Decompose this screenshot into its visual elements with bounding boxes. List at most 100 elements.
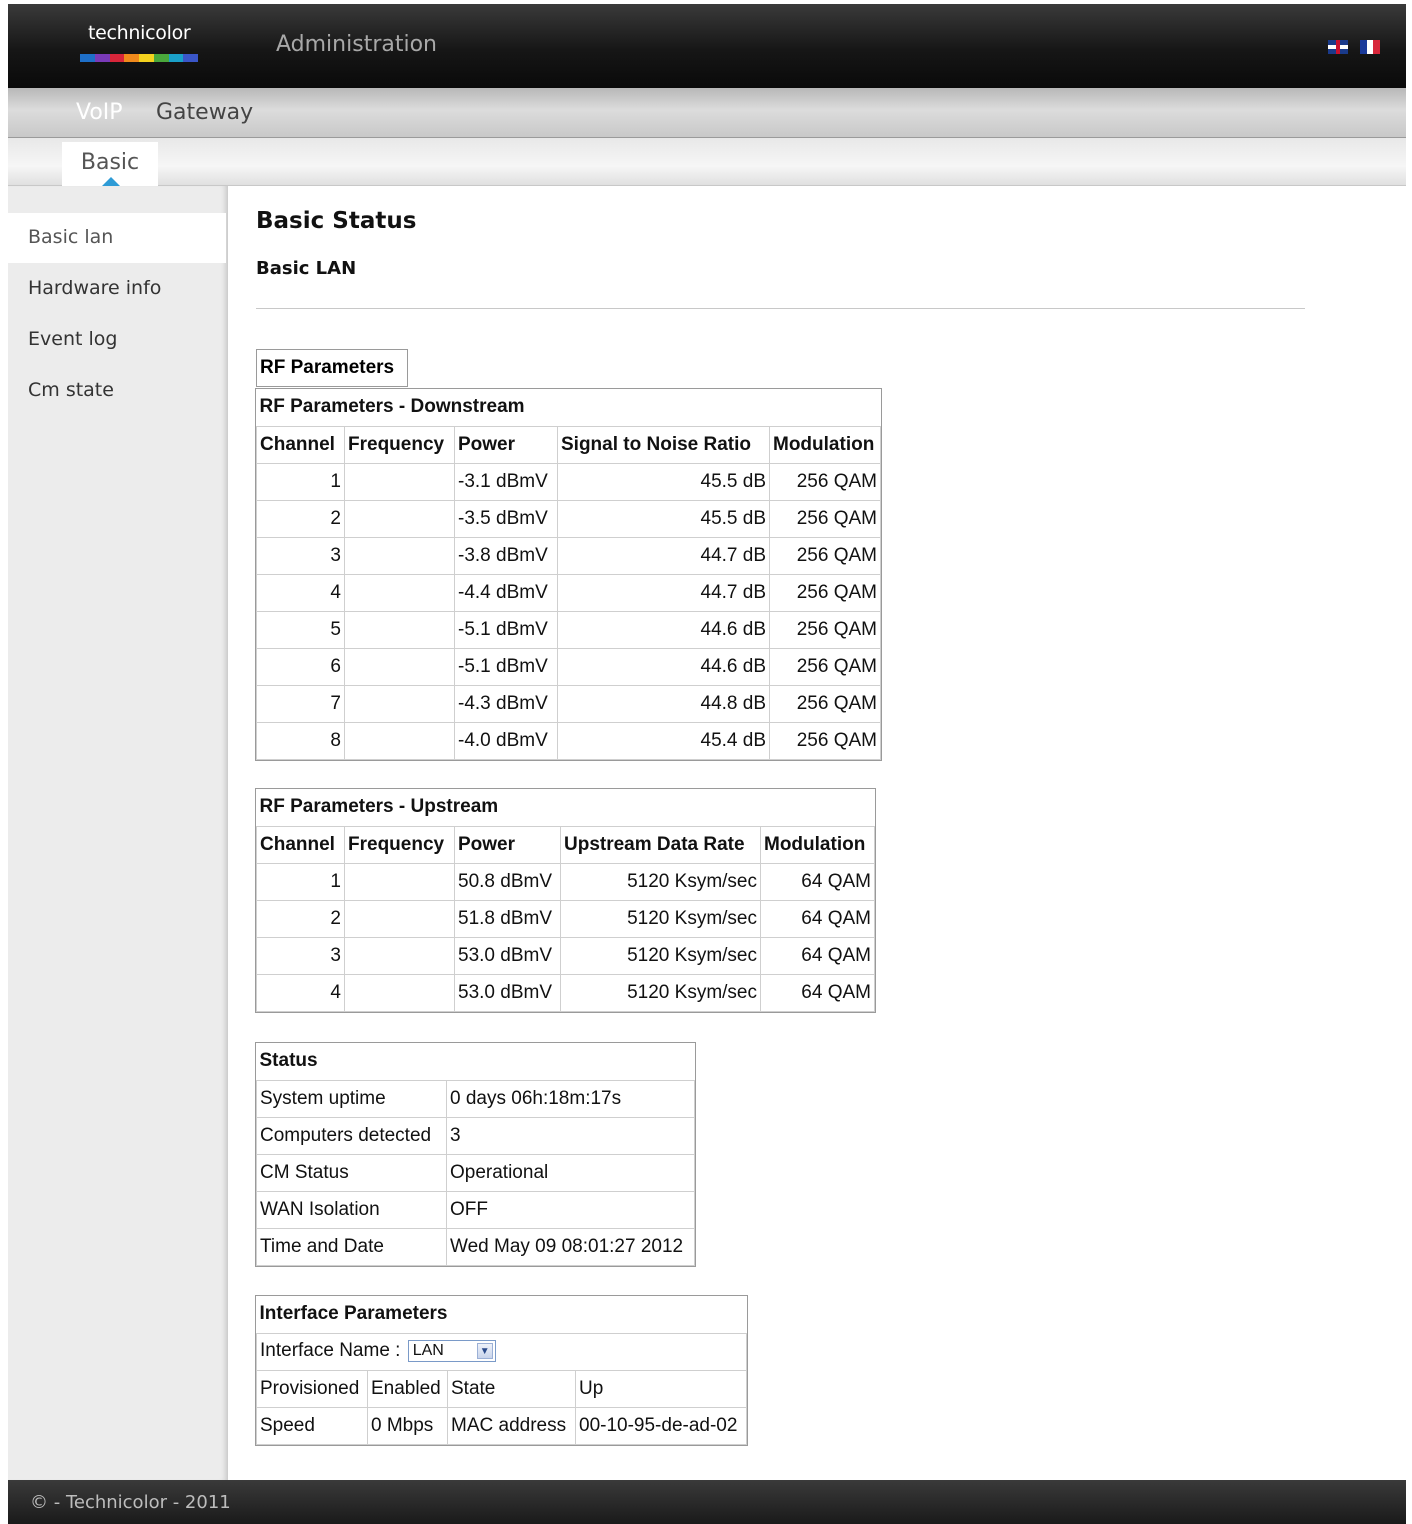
logo-bar-segment	[94, 54, 110, 62]
copyright-text: © - Technicolor - 2011	[30, 1492, 231, 1513]
interface-row-2: Speed 0 Mbps MAC address 00-10-95-de-ad-…	[256, 1406, 747, 1445]
col-modulation: Modulation	[769, 425, 881, 464]
cell-frequency	[344, 647, 455, 686]
table-row: 1 50.8 dBmV 5120 Ksym/sec 64 QAM	[256, 862, 875, 901]
cell-provisioned: Provisioned	[256, 1369, 368, 1408]
tab-basic[interactable]: Basic	[62, 142, 158, 186]
cell-modulation: 64 QAM	[760, 973, 875, 1012]
main-nav: VoIP Gateway	[8, 88, 1406, 138]
cell-channel: 3	[256, 936, 345, 975]
cell-power: 51.8 dBmV	[454, 899, 561, 938]
cell-snr: 44.7 dB	[557, 536, 770, 575]
cell-modulation: 256 QAM	[769, 610, 881, 649]
interface-name-cell: Interface Name : LAN ▼	[256, 1332, 747, 1371]
col-frequency: Frequency	[344, 425, 455, 464]
table-row: 2 -3.5 dBmV 45.5 dB 256 QAM	[256, 499, 881, 538]
table-header-row: Channel Frequency Power Upstream Data Ra…	[256, 825, 875, 864]
cell-modulation: 64 QAM	[760, 936, 875, 975]
cell-power: -4.0 dBmV	[454, 721, 558, 760]
cell-frequency	[344, 899, 455, 938]
cell-data-rate: 5120 Ksym/sec	[560, 862, 761, 901]
nav-voip[interactable]: VoIP	[76, 100, 123, 125]
cell-speed-value: 0 Mbps	[367, 1406, 448, 1445]
logo-color-bar	[80, 54, 198, 62]
sidebar-item-hardware-info[interactable]: Hardware info	[8, 264, 226, 314]
cell-state-value: Up	[575, 1369, 747, 1408]
nav-gateway[interactable]: Gateway	[156, 100, 253, 125]
cell-modulation: 256 QAM	[769, 536, 881, 575]
logo-text: technicolor	[88, 22, 191, 44]
cell-frequency	[344, 536, 455, 575]
cell-frequency	[344, 973, 455, 1012]
page-title: Basic Status	[256, 208, 417, 234]
cell-status-label: Time and Date	[256, 1227, 447, 1266]
cell-modulation: 256 QAM	[769, 573, 881, 612]
cell-state-label: State	[447, 1369, 576, 1408]
technicolor-logo[interactable]: technicolor	[80, 18, 200, 70]
interface-select[interactable]: LAN ▼	[407, 1340, 496, 1363]
table-row: 3 -3.8 dBmV 44.7 dB 256 QAM	[256, 536, 881, 575]
cell-power: -3.8 dBmV	[454, 536, 558, 575]
cell-power: -3.1 dBmV	[454, 462, 558, 501]
france-flag-icon[interactable]	[1360, 40, 1381, 54]
top-header: technicolor Administration	[8, 4, 1406, 88]
cell-snr: 45.5 dB	[557, 499, 770, 538]
logo-bar-segment	[109, 54, 125, 62]
page-subtitle: Basic LAN	[256, 258, 357, 279]
table-row: 8 -4.0 dBmV 45.4 dB 256 QAM	[256, 721, 881, 760]
cell-data-rate: 5120 Ksym/sec	[560, 899, 761, 938]
cell-channel: 1	[256, 862, 345, 901]
cell-status-label: Computers detected	[256, 1116, 447, 1155]
cell-channel: 1	[256, 462, 345, 501]
cell-status-value: Wed May 09 08:01:27 2012	[446, 1227, 695, 1266]
cell-frequency	[344, 610, 455, 649]
uk-flag-icon[interactable]	[1328, 40, 1348, 54]
table-row: 6 -5.1 dBmV 44.6 dB 256 QAM	[256, 647, 881, 686]
logo-bar-segment	[139, 54, 154, 62]
table-row: 4 -4.4 dBmV 44.7 dB 256 QAM	[256, 573, 881, 612]
footer: © - Technicolor - 2011	[8, 1480, 1406, 1524]
sidebar-item-event-log[interactable]: Event log	[8, 315, 226, 365]
tab-bar: Basic	[8, 138, 1406, 186]
language-selector	[1328, 40, 1381, 54]
cell-modulation: 64 QAM	[760, 862, 875, 901]
tab-basic-label: Basic	[80, 150, 140, 175]
cell-status-value: Operational	[446, 1153, 695, 1192]
sidebar-item-cm-state[interactable]: Cm state	[8, 366, 226, 416]
table-header-row: Channel Frequency Power Signal to Noise …	[256, 425, 881, 464]
rf-upstream-table: RF Parameters - Upstream Channel Frequen…	[255, 788, 876, 1013]
interface-name-label: Interface Name :	[260, 1340, 401, 1362]
cell-data-rate: 5120 Ksym/sec	[560, 936, 761, 975]
col-channel: Channel	[256, 825, 345, 864]
cell-status-label: CM Status	[256, 1153, 447, 1192]
cell-channel: 8	[256, 721, 345, 760]
cell-modulation: 256 QAM	[769, 684, 881, 723]
interface-select-value: LAN	[412, 1342, 444, 1360]
cell-frequency	[344, 462, 455, 501]
status-caption: Status	[256, 1043, 695, 1081]
cell-power: 53.0 dBmV	[454, 936, 561, 975]
chevron-down-icon[interactable]: ▼	[476, 1343, 493, 1360]
cell-modulation: 256 QAM	[769, 462, 881, 501]
table-row: WAN Isolation OFF	[256, 1190, 695, 1229]
cell-status-label: System uptime	[256, 1079, 447, 1118]
sidebar-item-basic-lan[interactable]: Basic lan	[8, 213, 226, 263]
cell-frequency	[344, 684, 455, 723]
cell-channel: 6	[256, 647, 345, 686]
rf-parameters-label: RF Parameters	[256, 349, 408, 387]
col-modulation: Modulation	[760, 825, 875, 864]
table-row: System uptime 0 days 06h:18m:17s	[256, 1079, 695, 1118]
cell-status-value: 3	[446, 1116, 695, 1155]
col-power: Power	[454, 825, 561, 864]
logo-bar-segment	[124, 54, 139, 62]
col-snr: Signal to Noise Ratio	[557, 425, 770, 464]
cell-power: -3.5 dBmV	[454, 499, 558, 538]
cell-power: 53.0 dBmV	[454, 973, 561, 1012]
table-row: 2 51.8 dBmV 5120 Ksym/sec 64 QAM	[256, 899, 875, 938]
upstream-caption: RF Parameters - Upstream	[256, 789, 875, 827]
cell-frequency	[344, 862, 455, 901]
interface-row-1: Provisioned Enabled State Up	[256, 1369, 747, 1408]
logo-bar-segment	[183, 54, 198, 62]
rf-downstream-table: RF Parameters - Downstream Channel Frequ…	[255, 388, 882, 761]
cell-channel: 7	[256, 684, 345, 723]
